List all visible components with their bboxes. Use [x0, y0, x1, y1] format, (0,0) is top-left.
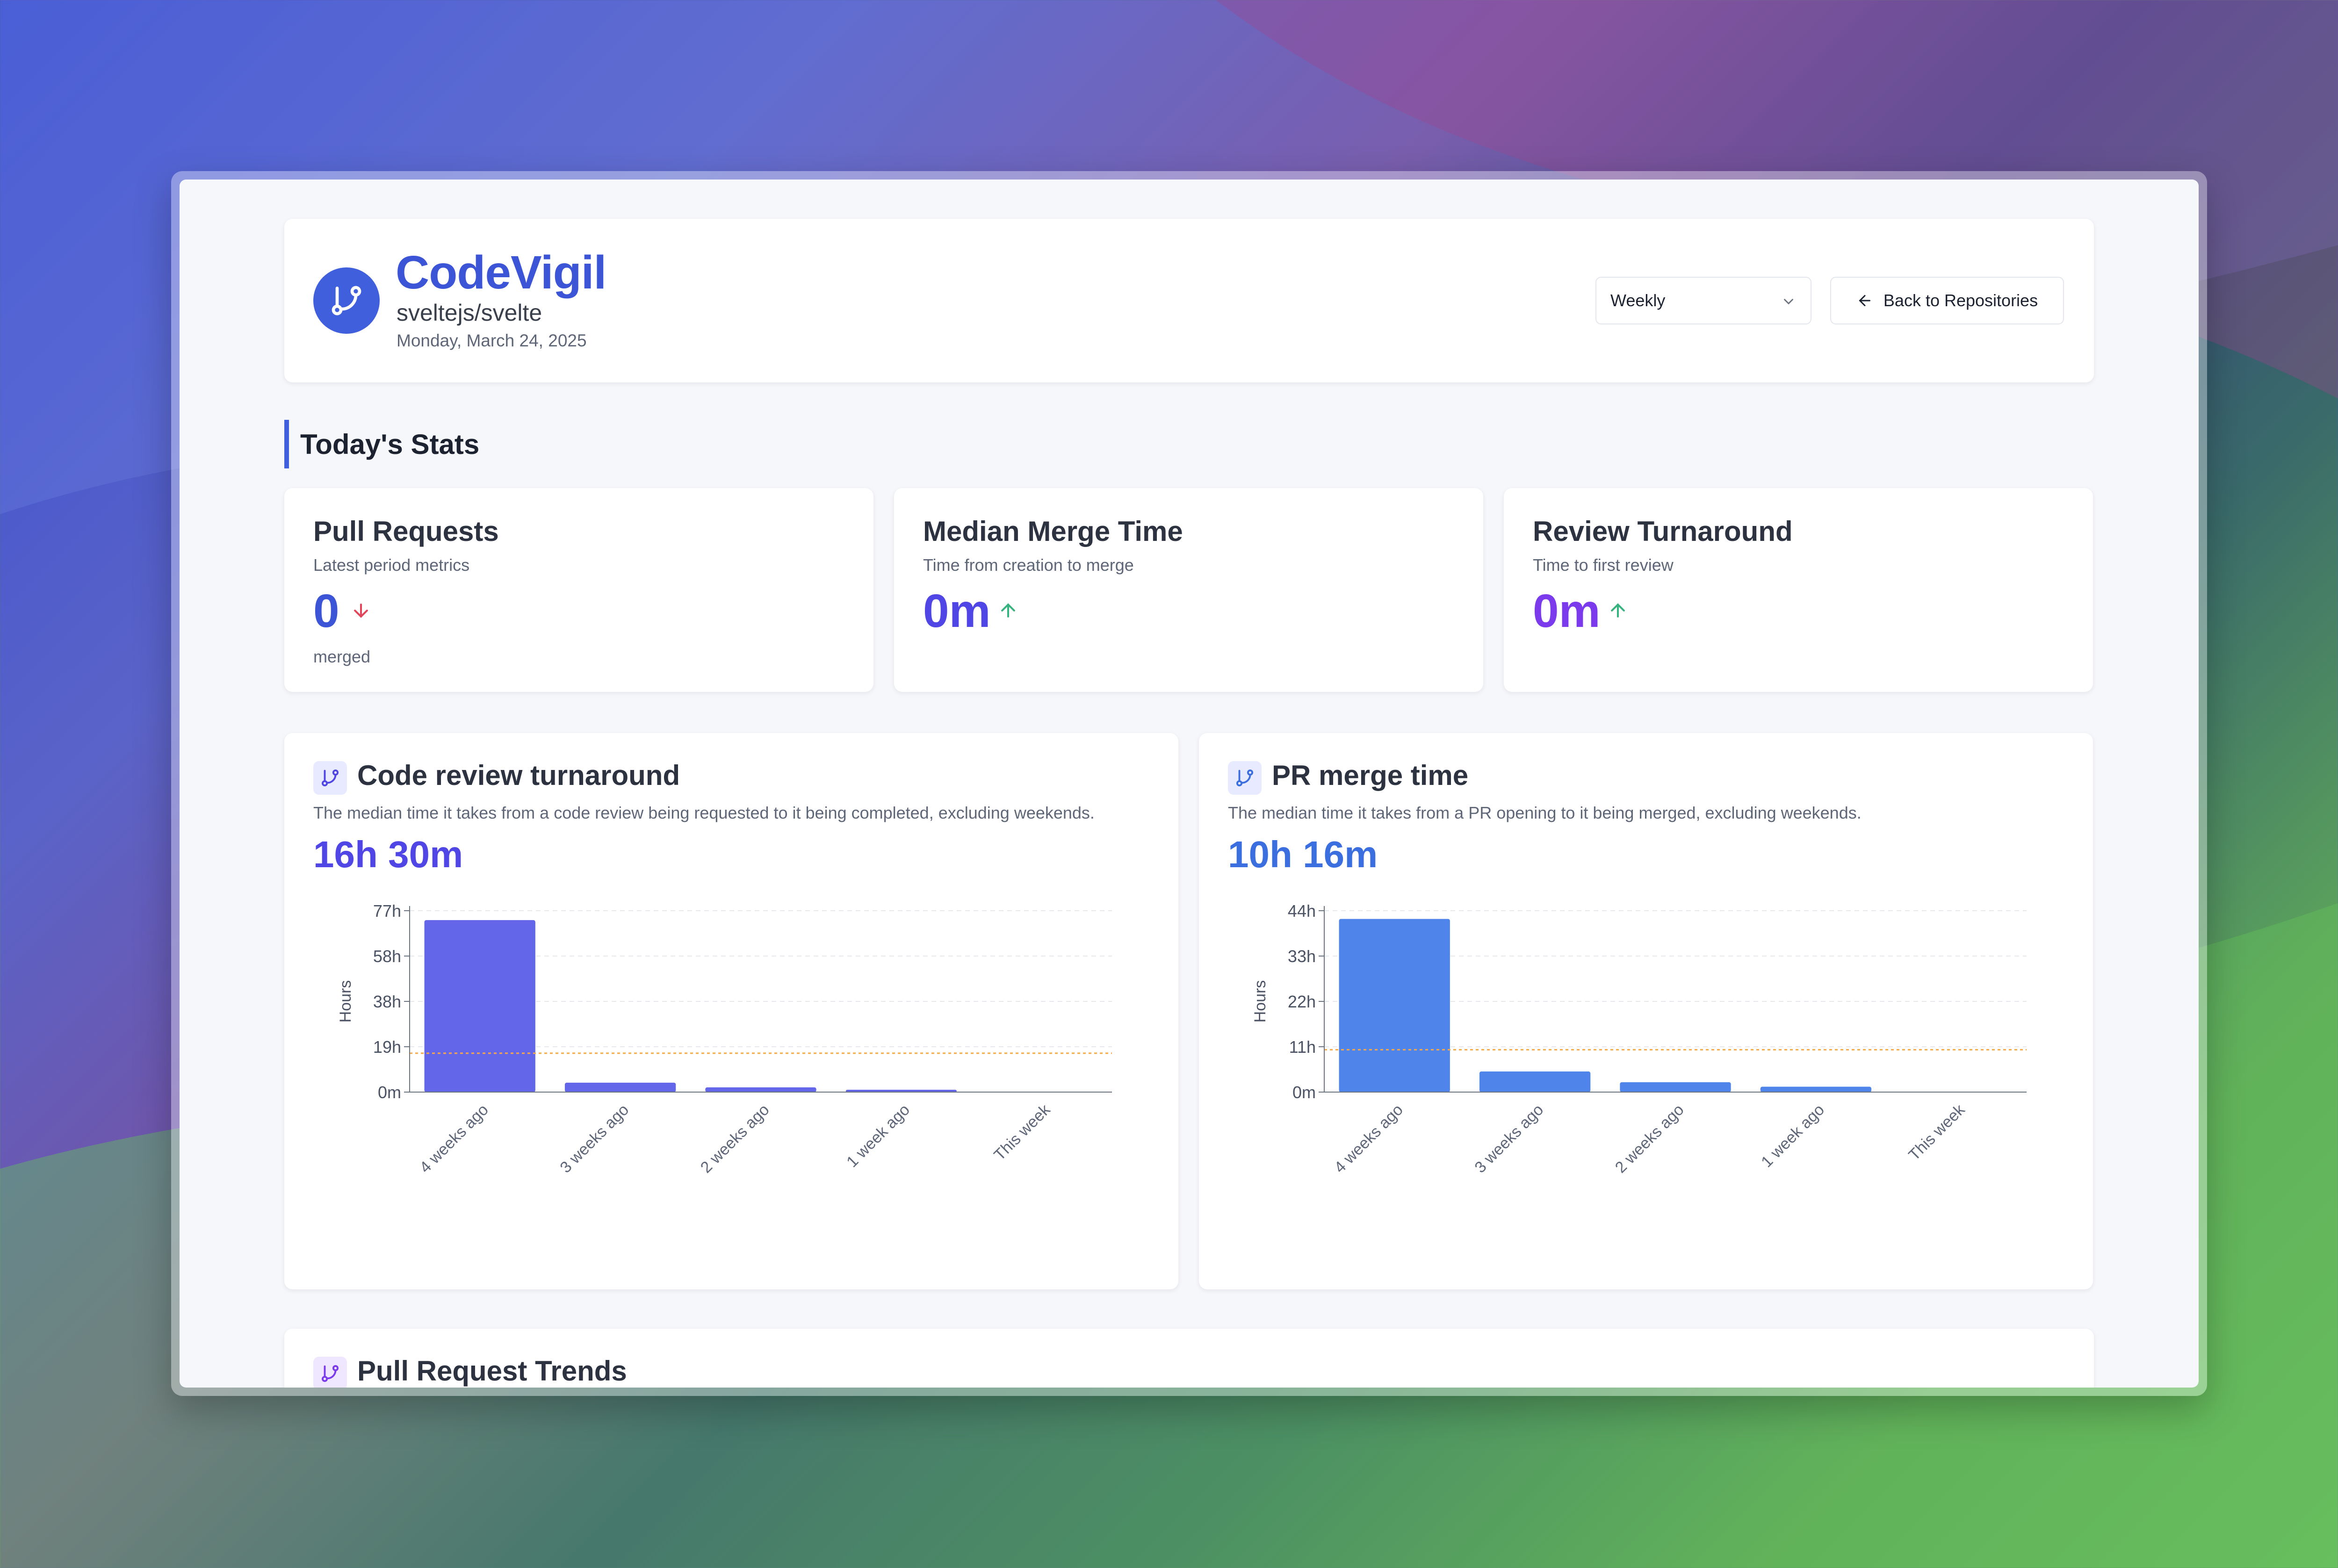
- section-title: Today's Stats: [284, 420, 479, 468]
- stat-title: Pull Requests: [313, 516, 499, 547]
- stat-subtitle: Time to first review: [1533, 555, 1674, 575]
- stat-card-pull-requests: Pull Requests Latest period metrics 0 me…: [284, 488, 873, 692]
- x-tick-label: This week: [990, 1100, 1054, 1164]
- y-tick-label: 19h: [373, 1037, 401, 1057]
- stat-card-median-merge-time: Median Merge Time Time from creation to …: [894, 488, 1483, 692]
- dashboard-viewport: CodeVigil sveltejs/svelte Monday, March …: [180, 180, 2199, 1388]
- bar: [1339, 919, 1450, 1092]
- back-to-repositories-button[interactable]: Back to Repositories: [1830, 277, 2064, 324]
- stat-title: Median Merge Time: [923, 516, 1183, 547]
- x-tick-label: 4 weeks ago: [1331, 1101, 1407, 1177]
- stat-subtitle: Time from creation to merge: [923, 555, 1134, 575]
- arrow-up-icon: [1001, 603, 1015, 618]
- y-tick-label: 38h: [373, 992, 401, 1011]
- x-tick-label: 4 weeks ago: [416, 1101, 492, 1177]
- stat-value: 0: [313, 585, 339, 637]
- y-tick-label: 22h: [1288, 992, 1316, 1011]
- y-axis-label: Hours: [337, 980, 354, 1023]
- review-turnaround-bar-chart: 0m 19h 38h 58h 77h Hours 4 weeks ago 3 weeks ag…: [337, 901, 1112, 1177]
- trends-title: Pull Request Trends: [357, 1355, 627, 1387]
- x-tick-label: 3 weeks ago: [1471, 1101, 1547, 1177]
- arrow-down-icon: [354, 604, 368, 618]
- repo-name: sveltejs/svelte: [397, 300, 542, 326]
- x-tick-label: 3 weeks ago: [556, 1101, 632, 1177]
- y-tick-label: 77h: [373, 901, 401, 921]
- chart-card-review-turnaround: Code review turnaround The median time i…: [284, 733, 1178, 1289]
- y-tick-label: 33h: [1288, 947, 1316, 966]
- stat-title: Review Turnaround: [1533, 516, 1793, 547]
- period-select[interactable]: Weekly: [1595, 277, 1811, 324]
- stat-card-review-turnaround: Review Turnaround Time to first review 0…: [1504, 488, 2093, 692]
- arrow-left-icon: [1859, 295, 1870, 306]
- y-tick-label: 0m: [1292, 1083, 1316, 1102]
- x-tick-label: This week: [1905, 1100, 1969, 1164]
- dashboard-header: CodeVigil sveltejs/svelte Monday, March …: [284, 219, 2094, 382]
- app-title: CodeVigil: [396, 246, 606, 299]
- bar: [564, 1082, 676, 1092]
- git-branch-icon: [313, 1357, 347, 1388]
- y-tick-label: 0m: [378, 1083, 401, 1102]
- bar: [705, 1087, 816, 1092]
- current-date: Monday, March 24, 2025: [397, 331, 587, 350]
- x-tick-label: 1 week ago: [843, 1101, 913, 1171]
- pull-request-trends-card: Pull Request Trends: [284, 1329, 2094, 1388]
- chevron-down-icon: [1784, 299, 1793, 305]
- stat-value: 0m: [1533, 585, 1601, 637]
- git-branch-logo-icon: [313, 267, 380, 334]
- back-button-label: Back to Repositories: [1883, 291, 2038, 310]
- x-tick-label: 2 weeks ago: [697, 1101, 773, 1177]
- bar: [1479, 1071, 1591, 1092]
- stat-value: 0m: [923, 585, 991, 637]
- bar: [1760, 1086, 1872, 1092]
- y-tick-label: 58h: [373, 947, 401, 966]
- stat-unit: merged: [313, 647, 371, 666]
- y-axis-label: Hours: [1251, 980, 1269, 1023]
- chart-card-pr-merge-time: PR merge time The median time it takes f…: [1199, 733, 2093, 1289]
- arrow-up-icon: [1611, 603, 1625, 618]
- y-tick-label: 11h: [1289, 1037, 1316, 1057]
- period-select-value: Weekly: [1610, 291, 1666, 310]
- app-window: CodeVigil sveltejs/svelte Monday, March …: [171, 171, 2207, 1396]
- bar: [1620, 1082, 1731, 1092]
- x-tick-label: 2 weeks ago: [1612, 1101, 1688, 1177]
- y-tick-label: 44h: [1288, 901, 1316, 921]
- pr-merge-time-bar-chart: 0m 11h 22h 33h 44h Hours 4 weeks ago 3 weeks ag…: [1251, 901, 2027, 1177]
- x-tick-label: 1 week ago: [1758, 1101, 1828, 1171]
- stat-subtitle: Latest period metrics: [313, 555, 470, 575]
- bar: [424, 920, 535, 1092]
